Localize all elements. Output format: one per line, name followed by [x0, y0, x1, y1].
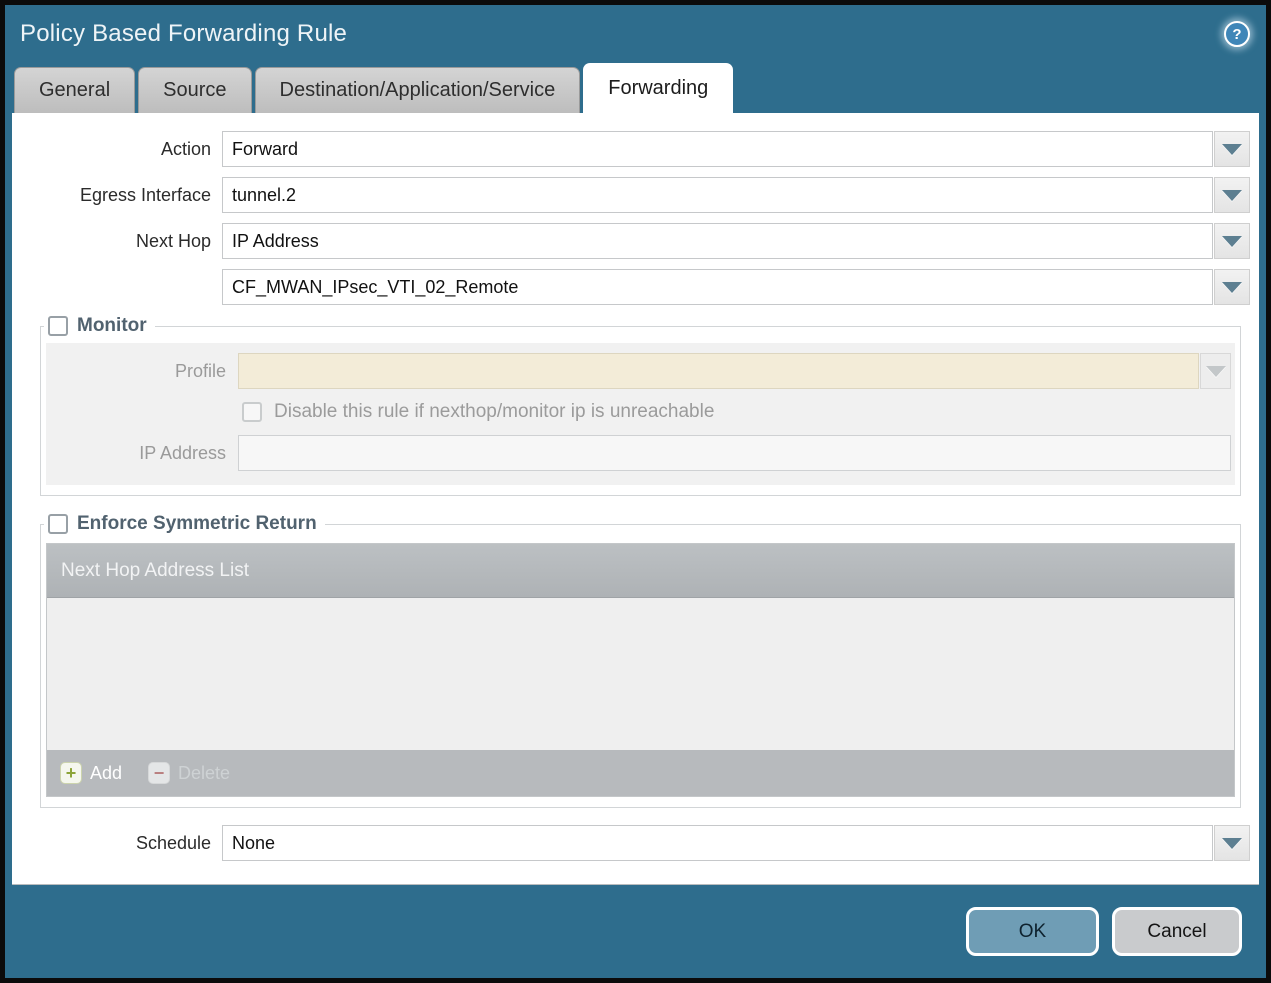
next-hop-type-select[interactable]: [222, 223, 1213, 259]
next-hop-address-table: Next Hop Address List + Add − Delete: [46, 543, 1235, 797]
enforce-symmetric-return-legend-label: Enforce Symmetric Return: [77, 513, 317, 535]
disable-rule-label: Disable this rule if nexthop/monitor ip …: [274, 401, 714, 423]
next-hop-address-select[interactable]: [222, 269, 1213, 305]
next-hop-address-row: [12, 269, 1250, 305]
monitor-legend-label: Monitor: [77, 315, 147, 337]
tab-forwarding[interactable]: Forwarding: [583, 63, 733, 113]
title-bar: Policy Based Forwarding Rule ?: [5, 5, 1266, 63]
action-row: Action: [12, 131, 1250, 167]
monitor-fieldset: Monitor Profile Disable this rule if nex…: [40, 315, 1241, 496]
monitor-ip-address-input: [238, 435, 1231, 471]
chevron-down-icon: [1222, 236, 1242, 247]
chevron-down-icon: [1222, 144, 1242, 155]
chevron-down-icon: [1206, 366, 1226, 377]
egress-interface-dropdown-button[interactable]: [1214, 177, 1250, 213]
next-hop-address-list-header: Next Hop Address List: [47, 544, 1234, 598]
enforce-symmetric-return-checkbox[interactable]: [48, 514, 68, 534]
enforce-symmetric-return-fieldset: Enforce Symmetric Return Next Hop Addres…: [40, 513, 1241, 808]
add-button[interactable]: + Add: [60, 762, 122, 784]
next-hop-dropdown-button[interactable]: [1214, 223, 1250, 259]
tab-destination-application-service[interactable]: Destination/Application/Service: [255, 67, 581, 113]
action-dropdown-button[interactable]: [1214, 131, 1250, 167]
ok-button[interactable]: OK: [966, 907, 1099, 956]
minus-icon: −: [148, 762, 170, 784]
monitor-checkbox[interactable]: [48, 316, 68, 336]
disable-rule-row: Disable this rule if nexthop/monitor ip …: [242, 401, 1235, 423]
monitor-legend: Monitor: [44, 315, 155, 337]
disable-rule-checkbox: [242, 402, 262, 422]
next-hop-address-table-toolbar: + Add − Delete: [47, 750, 1234, 796]
dialog-window: Policy Based Forwarding Rule ? General S…: [0, 0, 1271, 983]
add-button-label: Add: [90, 763, 122, 784]
egress-interface-row: Egress Interface: [12, 177, 1250, 213]
enforce-symmetric-return-legend: Enforce Symmetric Return: [44, 513, 325, 535]
next-hop-address-list-body[interactable]: [47, 598, 1234, 750]
chevron-down-icon: [1222, 282, 1242, 293]
next-hop-address-dropdown-button[interactable]: [1214, 269, 1250, 305]
monitor-ip-address-row: IP Address: [46, 435, 1231, 471]
profile-dropdown-button: [1200, 353, 1231, 389]
schedule-select[interactable]: [222, 825, 1213, 861]
monitor-ip-address-label: IP Address: [46, 443, 238, 464]
dialog-footer: OK Cancel: [5, 885, 1266, 978]
chevron-down-icon: [1222, 190, 1242, 201]
profile-label: Profile: [46, 361, 238, 382]
schedule-label: Schedule: [12, 833, 222, 854]
cancel-button[interactable]: Cancel: [1112, 907, 1242, 956]
delete-button-label: Delete: [178, 763, 230, 784]
profile-select: [238, 353, 1199, 389]
tab-source[interactable]: Source: [138, 67, 251, 113]
egress-interface-select[interactable]: [222, 177, 1213, 213]
schedule-row: Schedule: [12, 825, 1250, 861]
tab-general[interactable]: General: [14, 67, 135, 113]
action-label: Action: [12, 139, 222, 160]
schedule-dropdown-button[interactable]: [1214, 825, 1250, 861]
dialog-frame: Policy Based Forwarding Rule ? General S…: [5, 5, 1266, 978]
delete-button: − Delete: [148, 762, 230, 784]
action-select[interactable]: [222, 131, 1213, 167]
plus-icon: +: [60, 762, 82, 784]
next-hop-row: Next Hop: [12, 223, 1250, 259]
egress-interface-label: Egress Interface: [12, 185, 222, 206]
tab-bar: General Source Destination/Application/S…: [5, 63, 1266, 113]
chevron-down-icon: [1222, 838, 1242, 849]
help-icon[interactable]: ?: [1224, 21, 1250, 47]
monitor-panel: Profile Disable this rule if nexthop/mon…: [46, 343, 1235, 485]
next-hop-label: Next Hop: [12, 231, 222, 252]
dialog-title: Policy Based Forwarding Rule: [20, 20, 347, 48]
tab-content: Action Egress Interface Next Hop: [12, 113, 1259, 885]
profile-row: Profile: [46, 353, 1231, 389]
